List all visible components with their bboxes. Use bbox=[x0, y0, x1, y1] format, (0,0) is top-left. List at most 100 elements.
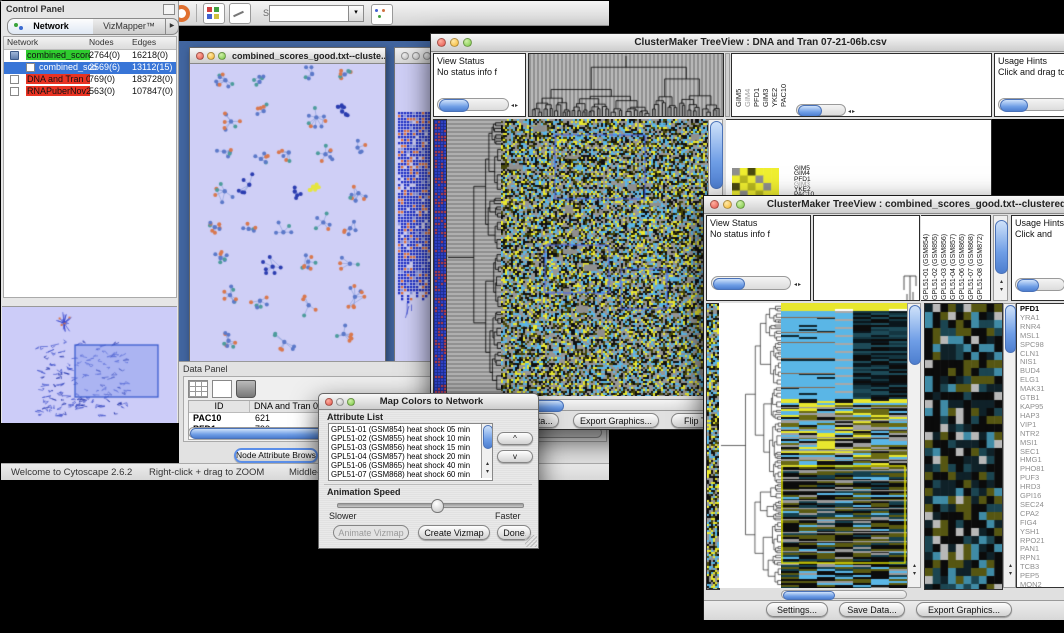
row-dendrogram-canvas[interactable] bbox=[447, 119, 501, 396]
close-icon[interactable] bbox=[401, 52, 409, 60]
gene-label[interactable]: MON2 bbox=[1020, 581, 1064, 588]
birdseye-view[interactable] bbox=[2, 306, 177, 423]
vscroll-thumb[interactable] bbox=[909, 305, 921, 365]
move-down-button[interactable]: v bbox=[497, 450, 533, 463]
float-panel-icon[interactable] bbox=[163, 4, 175, 15]
attribute-item[interactable]: GPL51-02 (GSM855) heat shock 10 min bbox=[331, 434, 492, 443]
network-row[interactable]: DNA and Tran 07769(0)183728(0) bbox=[4, 74, 176, 86]
attribute-item[interactable]: GPL51-06 (GSM865) heat shock 40 min bbox=[331, 461, 492, 470]
usage-hscroll[interactable] bbox=[998, 98, 1064, 111]
frame1-title-bar[interactable]: combined_scores_good.txt--cluste... bbox=[190, 48, 385, 64]
attribute-item[interactable]: GPL51-04 (GSM857) heat shock 20 min bbox=[331, 452, 492, 461]
heatmap-canvas[interactable] bbox=[501, 119, 708, 396]
tab-overflow-button[interactable]: ▶ bbox=[165, 18, 179, 35]
column-label[interactable]: GPL51-08 (GSM872) bbox=[977, 218, 985, 300]
view-status-hscroll[interactable] bbox=[711, 276, 791, 290]
usage-hscroll[interactable] bbox=[1015, 278, 1064, 291]
hscroll-thumb[interactable] bbox=[439, 99, 469, 112]
column-label[interactable]: GIM4 bbox=[744, 55, 752, 107]
col-network[interactable]: Network bbox=[7, 37, 38, 47]
scroll-arrows[interactable]: ◂▸ bbox=[794, 281, 802, 288]
zoom-icon[interactable] bbox=[736, 200, 745, 209]
gene-list-vscroll[interactable]: ▴▾ bbox=[1003, 303, 1016, 588]
column-label[interactable]: GPL51-01 (GSM854) bbox=[923, 218, 931, 300]
column-label[interactable]: GPL51-03 (GSM856) bbox=[941, 218, 949, 300]
column-label[interactable]: GPL51-04 (GSM857) bbox=[950, 218, 958, 300]
scroll-arrows[interactable]: ◂▸ bbox=[511, 102, 519, 109]
birdseye-canvas[interactable] bbox=[2, 307, 175, 421]
col-nodes[interactable]: Nodes bbox=[89, 37, 114, 47]
close-icon[interactable] bbox=[196, 52, 204, 60]
vscroll-thumb[interactable] bbox=[1005, 305, 1016, 353]
tv2-label-vscroll[interactable]: ▴▾ bbox=[993, 215, 1008, 301]
resize-grip[interactable] bbox=[525, 535, 537, 547]
collabel-hscroll[interactable] bbox=[796, 104, 846, 116]
scroll-arrows[interactable]: ▴▾ bbox=[911, 562, 918, 578]
hscroll-thumb[interactable] bbox=[713, 278, 745, 290]
vscroll-thumb[interactable] bbox=[995, 220, 1008, 274]
search-dropdown-arrow[interactable]: ▾ bbox=[348, 5, 364, 22]
network-row[interactable]: combined_scores2764(0)16218(0) bbox=[4, 50, 176, 62]
scroll-arrows[interactable]: ◂▸ bbox=[848, 108, 856, 115]
scroll-arrows[interactable]: ▴▾ bbox=[484, 460, 491, 476]
hscroll-thumb[interactable] bbox=[798, 105, 822, 117]
tv2-column-tree-canvas[interactable] bbox=[814, 216, 919, 300]
hscroll-thumb[interactable] bbox=[1017, 279, 1039, 292]
column-label[interactable]: GIM5 bbox=[735, 55, 743, 107]
treeview1-title-bar[interactable]: ClusterMaker TreeView : DNA and Tran 07-… bbox=[431, 34, 1064, 52]
create-vizmap-button[interactable]: Create Vizmap bbox=[418, 525, 490, 540]
zoom-icon[interactable] bbox=[463, 38, 472, 47]
column-label[interactable]: PFD1 bbox=[753, 55, 761, 107]
id-column-header[interactable]: ID bbox=[189, 401, 250, 413]
minimize-icon[interactable] bbox=[336, 398, 344, 406]
network-frame-1[interactable]: combined_scores_good.txt--cluste... bbox=[189, 47, 386, 369]
zoom-icon[interactable] bbox=[347, 398, 355, 406]
scroll-arrows[interactable]: ▴▾ bbox=[1007, 562, 1014, 578]
cluster-network-canvas[interactable] bbox=[190, 63, 385, 368]
tv2-hscroll[interactable] bbox=[781, 590, 907, 599]
slider-thumb[interactable] bbox=[431, 499, 444, 513]
scroll-arrows[interactable]: ▴▾ bbox=[998, 278, 1005, 294]
global-overview-strip[interactable] bbox=[433, 119, 447, 398]
vscroll-thumb[interactable] bbox=[483, 425, 493, 449]
minimize-icon[interactable] bbox=[412, 52, 420, 60]
treeview2-title-bar[interactable]: ClusterMaker TreeView : combined_scores_… bbox=[704, 196, 1064, 214]
zoom-heatmap-canvas[interactable] bbox=[924, 303, 1003, 590]
tab-vizmapper[interactable]: VizMapper™ bbox=[93, 18, 166, 35]
zoom-icon[interactable] bbox=[218, 52, 226, 60]
network-file-icon[interactable] bbox=[371, 4, 393, 25]
tab-network[interactable]: Network bbox=[7, 18, 95, 35]
attribute-item[interactable]: GPL51-03 (GSM856) heat shock 15 min bbox=[331, 443, 492, 452]
column-label[interactable]: PAC10 bbox=[780, 55, 788, 107]
column-label[interactable]: GIM3 bbox=[762, 55, 770, 107]
network-row[interactable]: RNAPuberNov2+563(0)107847(0) bbox=[4, 86, 176, 98]
view-status-hscroll[interactable] bbox=[437, 98, 509, 111]
network-row[interactable]: combined_sco2569(6)13112(15) bbox=[4, 62, 176, 74]
animation-speed-slider[interactable] bbox=[337, 503, 524, 508]
heatmap-canvas[interactable] bbox=[781, 303, 907, 588]
new-attribute-icon[interactable] bbox=[212, 380, 232, 398]
tv1-export-graphics-button[interactable]: Export Graphics... bbox=[573, 413, 659, 428]
move-up-button[interactable]: ^ bbox=[497, 432, 533, 445]
search-input[interactable] bbox=[269, 5, 349, 22]
column-label[interactable]: YKE2 bbox=[771, 55, 779, 107]
delete-attribute-icon[interactable] bbox=[236, 380, 256, 398]
close-icon[interactable] bbox=[325, 398, 333, 406]
tv2-vscroll[interactable]: ▴▾ bbox=[907, 303, 921, 588]
column-label[interactable]: GPL51-07 (GSM868) bbox=[968, 218, 976, 300]
vizmapper-icon[interactable] bbox=[203, 3, 225, 24]
tv1-splitter[interactable] bbox=[725, 53, 730, 117]
column-dendrogram-canvas[interactable] bbox=[528, 53, 724, 117]
tv2-save-data-button[interactable]: Save Data... bbox=[839, 602, 905, 617]
close-icon[interactable] bbox=[437, 38, 446, 47]
minimize-icon[interactable] bbox=[207, 52, 215, 60]
dialog-title-bar[interactable]: Map Colors to Network bbox=[319, 394, 538, 410]
attribute-item[interactable]: GPL51-07 (GSM868) heat shock 60 min bbox=[331, 470, 492, 479]
column-label[interactable]: GPL51-02 (GSM855) bbox=[932, 218, 940, 300]
column-label[interactable]: GPL51-06 (GSM865) bbox=[959, 218, 967, 300]
hscroll-thumb[interactable] bbox=[783, 591, 835, 600]
attribute-item[interactable]: GPL51-01 (GSM854) heat shock 05 min bbox=[331, 425, 492, 434]
animate-vizmap-button[interactable]: Animate Vizmap bbox=[333, 525, 409, 540]
table-mode-icon[interactable] bbox=[188, 380, 208, 398]
vscroll-thumb[interactable] bbox=[710, 121, 723, 189]
